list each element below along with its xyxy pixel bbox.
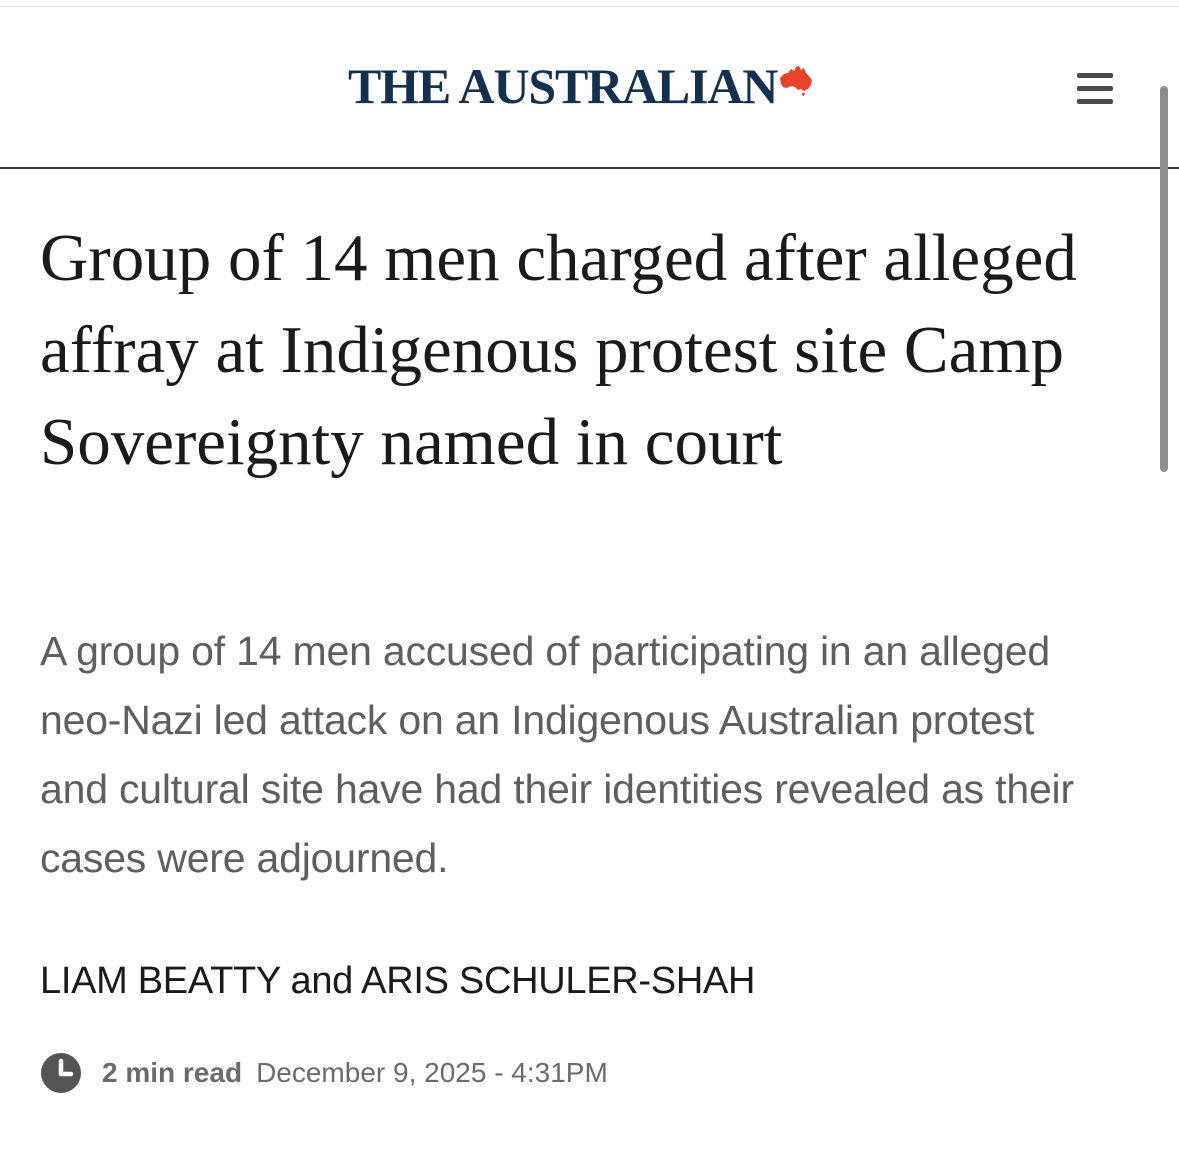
logo-text: THE AUSTRALIAN (348, 58, 778, 114)
article-byline[interactable]: LIAM BEATTY and ARIS SCHULER-SHAH (40, 956, 755, 1006)
scrollbar[interactable] (1160, 86, 1168, 472)
clock-icon (41, 1053, 81, 1093)
australia-map-icon (780, 66, 813, 96)
article-meta: 2 min read December 9, 2025 - 4:31PM (40, 1051, 608, 1095)
the-australian-logo[interactable]: THE AUSTRALIAN (348, 56, 814, 116)
article-standfirst: A group of 14 men accused of participati… (40, 628, 1074, 881)
hamburger-menu-icon[interactable] (1074, 70, 1116, 106)
article-headline: Group of 14 men charged after alleged af… (40, 221, 1077, 479)
masthead: THE AUSTRALIAN (0, 0, 1179, 168)
publish-date: December 9, 2025 - 4:31PM (256, 1057, 608, 1088)
read-time: 2 min read (102, 1057, 243, 1088)
header-divider (0, 167, 1179, 169)
